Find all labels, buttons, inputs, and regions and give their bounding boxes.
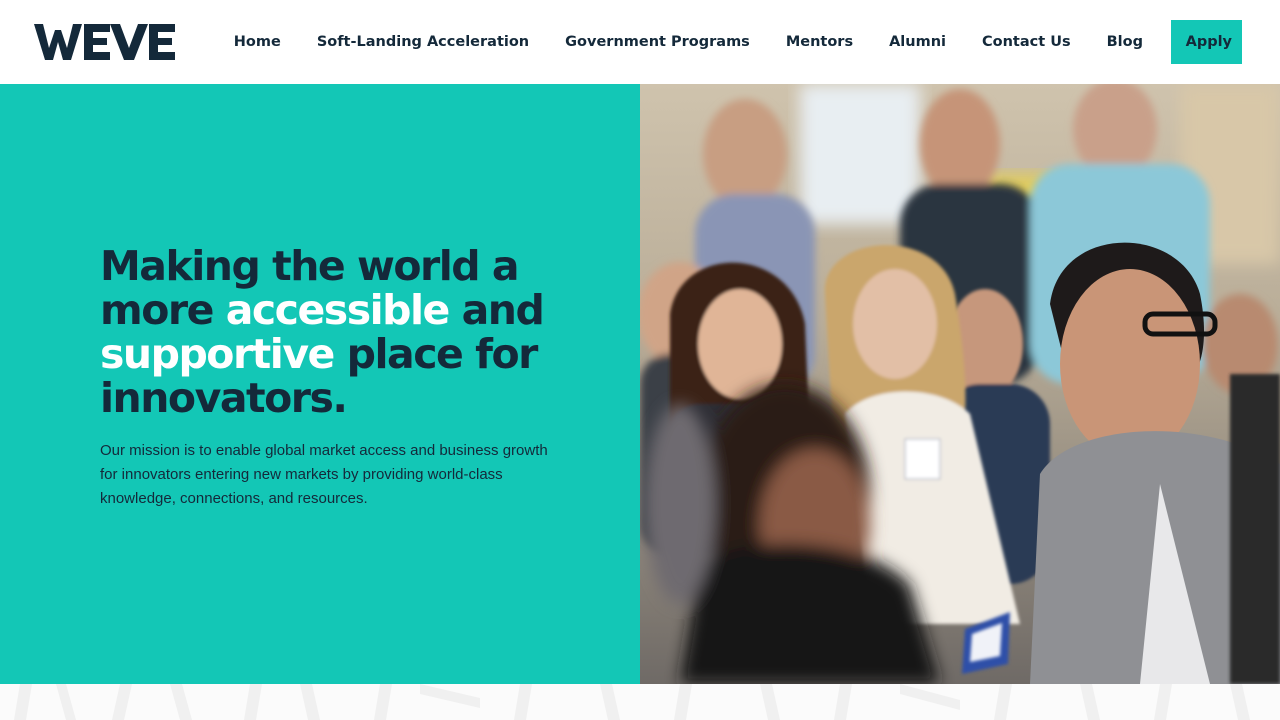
main-nav: Home Soft-Landing Acceleration Governmen… xyxy=(234,20,1242,64)
nav-government-programs[interactable]: Government Programs xyxy=(565,34,750,50)
headline-highlight-accessible: accessible xyxy=(225,286,451,334)
nav-alumni[interactable]: Alumni xyxy=(889,34,946,50)
hero-image xyxy=(640,84,1280,684)
decorative-pattern-icon xyxy=(14,684,1250,720)
headline-text: and xyxy=(448,286,545,334)
apply-button[interactable]: Apply xyxy=(1171,20,1242,64)
bottom-pattern-strip xyxy=(0,684,1280,720)
headline-highlight-supportive: supportive xyxy=(100,330,335,378)
nav-contact-us[interactable]: Contact Us xyxy=(982,34,1071,50)
hero-headline: Making the world a more accessible and s… xyxy=(100,244,570,420)
nav-home[interactable]: Home xyxy=(234,34,281,50)
weve-logo-icon xyxy=(34,24,175,60)
nav-mentors[interactable]: Mentors xyxy=(786,34,853,50)
hero-panel: Making the world a more accessible and s… xyxy=(0,84,640,684)
nav-soft-landing-acceleration[interactable]: Soft-Landing Acceleration xyxy=(317,34,529,50)
nav-blog[interactable]: Blog xyxy=(1107,34,1143,50)
audience-photo-icon xyxy=(640,84,1280,684)
mission-statement: Our mission is to enable global market a… xyxy=(100,442,548,507)
site-header: Home Soft-Landing Acceleration Governmen… xyxy=(0,0,1280,84)
